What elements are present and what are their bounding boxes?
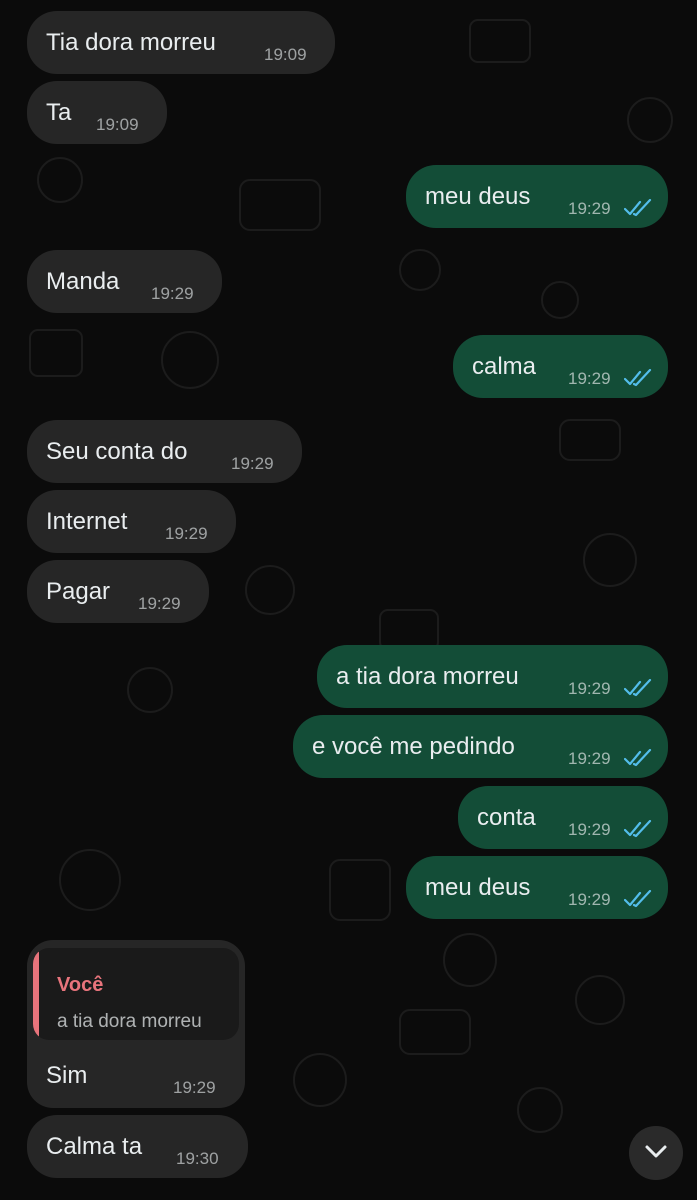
message-bubble-incoming[interactable]: Pagar 19:29 [27,560,209,623]
message-bubble-outgoing[interactable]: e você me pedindo 19:29 [293,715,668,778]
message-time: 19:29 [231,454,274,473]
message-bubble-incoming[interactable]: Tia dora morreu 19:09 [27,11,335,74]
message-bubble-incoming[interactable]: Calma ta 19:30 [27,1115,248,1178]
message-time: 19:29 [173,1078,216,1097]
message-text: calma [472,353,537,380]
message-time: 19:29 [568,749,611,768]
message-bubble-incoming-reply[interactable]: Você a tia dora morreu Sim 19:29 [27,940,245,1108]
quote-author: Você [57,974,104,996]
message-bubble-outgoing[interactable]: meu deus 19:29 [406,165,668,228]
message-time: 19:29 [568,199,611,218]
message-text: e você me pedindo [312,733,515,760]
read-receipt-icon [624,199,652,217]
message-bubble-incoming[interactable]: Ta 19:09 [27,81,167,144]
message-time: 19:09 [96,115,139,134]
message-time: 19:29 [165,524,208,543]
message-bubble-outgoing[interactable]: conta 19:29 [458,786,668,849]
message-text: Pagar [46,578,111,605]
quote-accent-bar [33,948,39,1040]
message-text: a tia dora morreu [336,663,519,690]
message-text: Manda [46,268,120,295]
message-bubble-outgoing[interactable]: calma 19:29 [453,335,668,398]
read-receipt-icon [624,369,652,387]
message-text: Seu conta do [46,438,188,465]
message-time: 19:09 [264,45,307,64]
read-receipt-icon [624,820,652,838]
message-text: Calma ta [46,1133,143,1160]
message-text: conta [477,804,536,831]
message-time: 19:29 [568,679,611,698]
message-time: 19:30 [176,1149,219,1168]
quoted-message[interactable]: Você a tia dora morreu [33,948,239,1040]
message-time: 19:29 [138,594,181,613]
message-time: 19:29 [568,820,611,839]
scroll-to-bottom-button[interactable] [629,1126,683,1180]
read-receipt-icon [624,749,652,767]
message-time: 19:29 [151,284,194,303]
message-time: 19:29 [568,890,611,909]
message-text: Sim [46,1062,88,1089]
message-text: Internet [46,508,128,535]
quote-text: a tia dora morreu [57,1011,202,1032]
message-bubble-incoming[interactable]: Seu conta do 19:29 [27,420,302,483]
read-receipt-icon [624,890,652,908]
message-text: meu deus [425,874,531,901]
message-bubble-incoming[interactable]: Manda 19:29 [27,250,222,313]
message-text: meu deus [425,183,531,210]
message-bubble-incoming[interactable]: Internet 19:29 [27,490,236,553]
message-bubble-outgoing[interactable]: meu deus 19:29 [406,856,668,919]
message-time: 19:29 [568,369,611,388]
chevron-down-icon [645,1145,667,1158]
message-text: Tia dora morreu [46,29,216,56]
message-text: Ta [46,99,72,126]
read-receipt-icon [624,679,652,697]
message-bubble-outgoing[interactable]: a tia dora morreu 19:29 [317,645,668,708]
